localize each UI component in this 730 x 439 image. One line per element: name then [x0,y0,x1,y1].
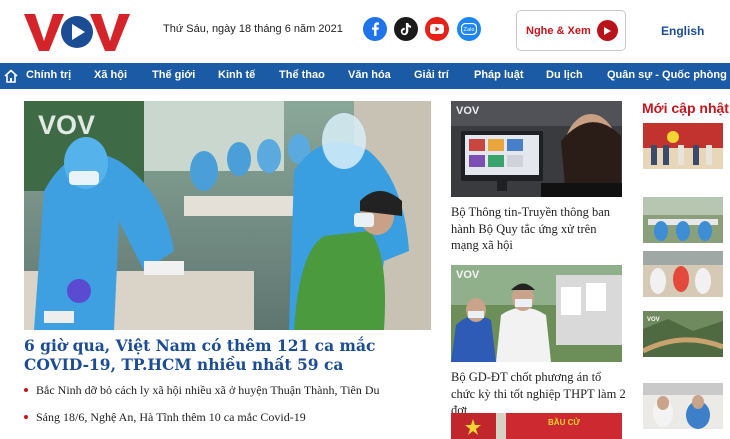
listen-watch-button[interactable]: Nghe & Xem [516,10,626,51]
vov-logo[interactable] [24,11,130,53]
youtube-icon[interactable] [425,17,449,41]
nav-item-du-lich[interactable]: Du lịch [546,69,583,81]
latest-thumb[interactable] [643,123,723,169]
related-link[interactable]: Bắc Ninh dỡ bỏ cách ly xã hội nhiều xã ở… [24,383,380,398]
related-link[interactable]: Sáng 18/6, Nghệ An, Hà Tĩnh thêm 10 ca m… [24,410,306,425]
nav-item-giai-tri[interactable]: Giải trí [414,69,449,81]
ballot-banner-text: BẦU CỬ [548,417,580,427]
svg-text:Zalo: Zalo [464,27,475,33]
nav-item-phap-luat[interactable]: Pháp luật [474,69,524,81]
lead-story-image[interactable]: VOV [24,101,431,330]
tiktok-icon[interactable] [394,17,418,41]
nav-item-the-thao[interactable]: Thể thao [279,69,325,81]
vov-watermark: VOV [647,317,660,323]
lead-story-title[interactable]: 6 giờ qua, Việt Nam có thêm 121 ca mắc C… [24,336,431,374]
nav-item-quan-su-quoc-phong[interactable]: Quân sự - Quốc phòng [607,69,727,81]
play-icon [596,20,618,41]
story-image[interactable]: BẦU CỬ [451,413,622,439]
vov-watermark: VOV [456,105,480,117]
facebook-icon[interactable] [363,17,387,41]
vov-watermark: VOV [456,269,480,281]
nav-item-kinh-te[interactable]: Kinh tế [218,69,255,81]
current-date: Thứ Sáu, ngày 18 tháng 6 năm 2021 [163,23,343,35]
latest-news-heading[interactable]: Mới cập nhật [642,100,729,116]
latest-thumb[interactable] [643,383,723,429]
latest-thumb[interactable] [643,197,723,243]
zalo-icon[interactable]: Zalo [457,17,481,41]
latest-thumb[interactable]: VOV [643,311,723,357]
story-image[interactable]: VOV [451,265,622,362]
site-header: Thứ Sáu, ngày 18 tháng 6 năm 2021 Zalo N… [0,0,730,63]
story-title[interactable]: Bộ GD-ĐT chốt phương án tổ chức kỳ thi t… [451,369,627,419]
nav-item-xa-hoi[interactable]: Xã hội [94,69,127,81]
bullet-icon [24,388,28,393]
bullet-icon [24,415,28,420]
related-link-text: Sáng 18/6, Nghệ An, Hà Tĩnh thêm 10 ca m… [36,410,306,424]
main-navigation: Chính trị Xã hội Thế giới Kinh tế Thể th… [0,63,730,89]
home-icon[interactable] [3,68,19,84]
nav-item-chinh-tri[interactable]: Chính trị [26,69,71,81]
latest-thumb[interactable] [643,251,723,297]
nav-item-the-gioi[interactable]: Thế giới [152,69,195,81]
listen-watch-label: Nghe & Xem [526,24,591,37]
story-image[interactable]: VOV [451,101,622,197]
vov-watermark: VOV [38,110,95,140]
story-title[interactable]: Bộ Thông tin-Truyền thông ban hành Bộ Qu… [451,204,627,254]
related-link-text: Bắc Ninh dỡ bỏ cách ly xã hội nhiều xã ở… [36,383,380,397]
nav-item-van-hoa[interactable]: Văn hóa [348,69,391,81]
language-english-link[interactable]: English [661,24,704,38]
